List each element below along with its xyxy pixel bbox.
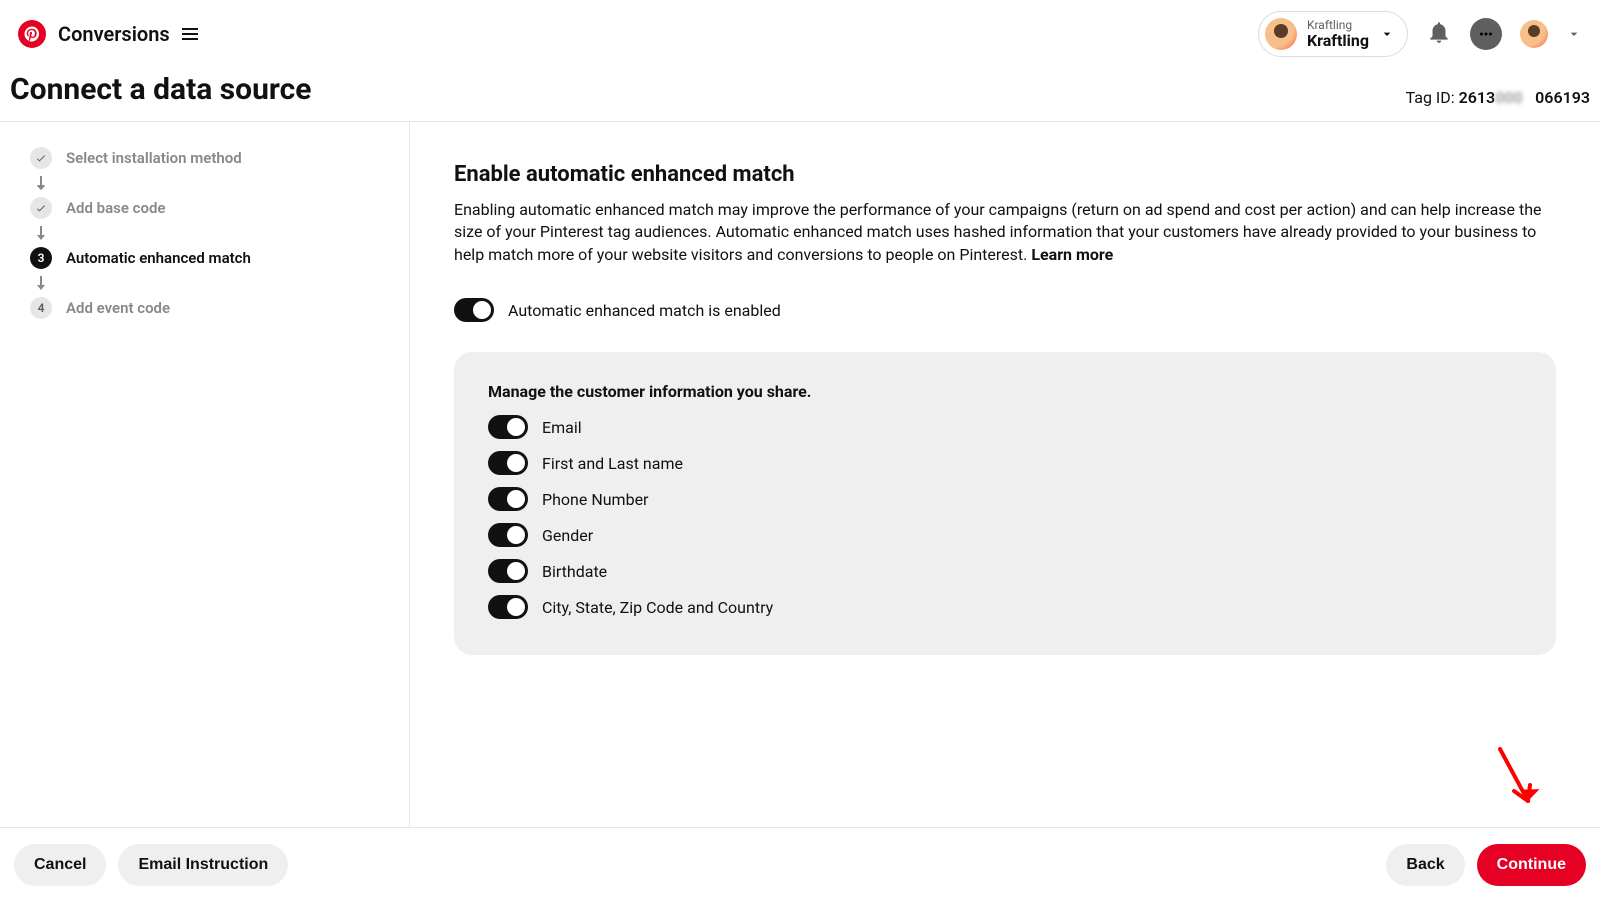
toggle-label-phone: Phone Number bbox=[542, 490, 648, 509]
step-1-indicator bbox=[30, 147, 52, 169]
toggle-label-name: First and Last name bbox=[542, 454, 683, 473]
tag-id: Tag ID: 2613000066193 bbox=[1406, 88, 1590, 107]
notifications-icon[interactable] bbox=[1426, 19, 1452, 49]
check-icon bbox=[35, 202, 47, 214]
footer-right: Back Continue bbox=[1386, 844, 1586, 886]
tag-id-label: Tag ID: bbox=[1406, 88, 1455, 107]
toggle-phone[interactable] bbox=[488, 487, 528, 511]
page-title: Connect a data source bbox=[10, 72, 311, 107]
topbar: Conversions Kraftling Kraftling bbox=[0, 0, 1600, 68]
step-1[interactable]: Select installation method bbox=[30, 144, 399, 172]
toggle-row-email: Email bbox=[488, 415, 1522, 439]
toggle-name[interactable] bbox=[488, 451, 528, 475]
step-2-label: Add base code bbox=[66, 199, 165, 217]
account-switcher[interactable]: Kraftling Kraftling bbox=[1258, 11, 1408, 57]
user-avatar[interactable] bbox=[1520, 20, 1548, 48]
breadcrumb-title[interactable]: Conversions bbox=[58, 22, 170, 46]
tag-id-hidden: 000 bbox=[1495, 88, 1535, 107]
tag-id-suffix: 066193 bbox=[1535, 88, 1590, 107]
back-button[interactable]: Back bbox=[1386, 844, 1464, 886]
toggle-row-gender: Gender bbox=[488, 523, 1522, 547]
step-3-label: Automatic enhanced match bbox=[66, 249, 251, 267]
toggle-label-birthdate: Birthdate bbox=[542, 562, 607, 581]
account-text: Kraftling Kraftling bbox=[1307, 19, 1369, 50]
tag-id-value: 2613000066193 bbox=[1459, 88, 1590, 107]
section-desc-text: Enabling automatic enhanced match may im… bbox=[454, 200, 1542, 264]
main-content: Enable automatic enhanced match Enabling… bbox=[410, 122, 1600, 842]
tag-id-prefix: 2613 bbox=[1459, 88, 1496, 107]
toggle-gender[interactable] bbox=[488, 523, 528, 547]
step-2-indicator bbox=[30, 197, 52, 219]
pinterest-icon bbox=[23, 25, 41, 43]
step-4[interactable]: 4 Add event code bbox=[30, 294, 399, 322]
check-icon bbox=[35, 152, 47, 164]
email-instruction-button[interactable]: Email Instruction bbox=[118, 844, 288, 886]
toggle-location[interactable] bbox=[488, 595, 528, 619]
arrow-down-icon bbox=[30, 272, 399, 294]
panel-title: Manage the customer information you shar… bbox=[488, 382, 1522, 401]
master-toggle-label: Automatic enhanced match is enabled bbox=[508, 301, 781, 320]
menu-icon[interactable] bbox=[182, 27, 198, 41]
user-menu-chevron-icon[interactable] bbox=[1566, 26, 1582, 42]
master-toggle-row: Automatic enhanced match is enabled bbox=[454, 298, 1556, 322]
account-name-small: Kraftling bbox=[1307, 19, 1369, 32]
footer: Cancel Email Instruction Back Continue bbox=[0, 827, 1600, 901]
arrow-down-icon bbox=[30, 222, 399, 244]
arrow-down-icon bbox=[30, 172, 399, 194]
step-4-label: Add event code bbox=[66, 299, 170, 317]
continue-button[interactable]: Continue bbox=[1477, 844, 1586, 886]
toggle-birthdate[interactable] bbox=[488, 559, 528, 583]
account-avatar bbox=[1265, 18, 1297, 50]
toggle-row-name: First and Last name bbox=[488, 451, 1522, 475]
learn-more-link[interactable]: Learn more bbox=[1031, 245, 1113, 264]
cancel-button[interactable]: Cancel bbox=[14, 844, 106, 886]
toggle-row-phone: Phone Number bbox=[488, 487, 1522, 511]
toggle-label-email: Email bbox=[542, 418, 582, 437]
toggle-label-gender: Gender bbox=[542, 526, 593, 545]
toggle-email[interactable] bbox=[488, 415, 528, 439]
footer-left: Cancel Email Instruction bbox=[14, 844, 288, 886]
chevron-down-icon bbox=[1379, 26, 1395, 42]
step-2[interactable]: Add base code bbox=[30, 194, 399, 222]
section-description: Enabling automatic enhanced match may im… bbox=[454, 199, 1556, 266]
toggle-row-birthdate: Birthdate bbox=[488, 559, 1522, 583]
toggle-row-location: City, State, Zip Code and Country bbox=[488, 595, 1522, 619]
topbar-right: Kraftling Kraftling bbox=[1258, 11, 1582, 57]
step-1-label: Select installation method bbox=[66, 149, 242, 167]
master-toggle[interactable] bbox=[454, 298, 494, 322]
page-header: Connect a data source Tag ID: 2613000066… bbox=[0, 68, 1600, 122]
step-3[interactable]: 3 Automatic enhanced match bbox=[30, 244, 399, 272]
customer-info-panel: Manage the customer information you shar… bbox=[454, 352, 1556, 655]
main-layout: Select installation method Add base code… bbox=[0, 122, 1600, 842]
account-name-large: Kraftling bbox=[1307, 32, 1369, 50]
topbar-left: Conversions bbox=[18, 20, 198, 48]
messages-icon[interactable] bbox=[1470, 18, 1502, 50]
step-4-indicator: 4 bbox=[30, 297, 52, 319]
section-title: Enable automatic enhanced match bbox=[454, 162, 1556, 187]
pinterest-logo[interactable] bbox=[18, 20, 46, 48]
steps-sidebar: Select installation method Add base code… bbox=[0, 122, 410, 842]
step-3-indicator: 3 bbox=[30, 247, 52, 269]
toggle-label-location: City, State, Zip Code and Country bbox=[542, 598, 773, 617]
